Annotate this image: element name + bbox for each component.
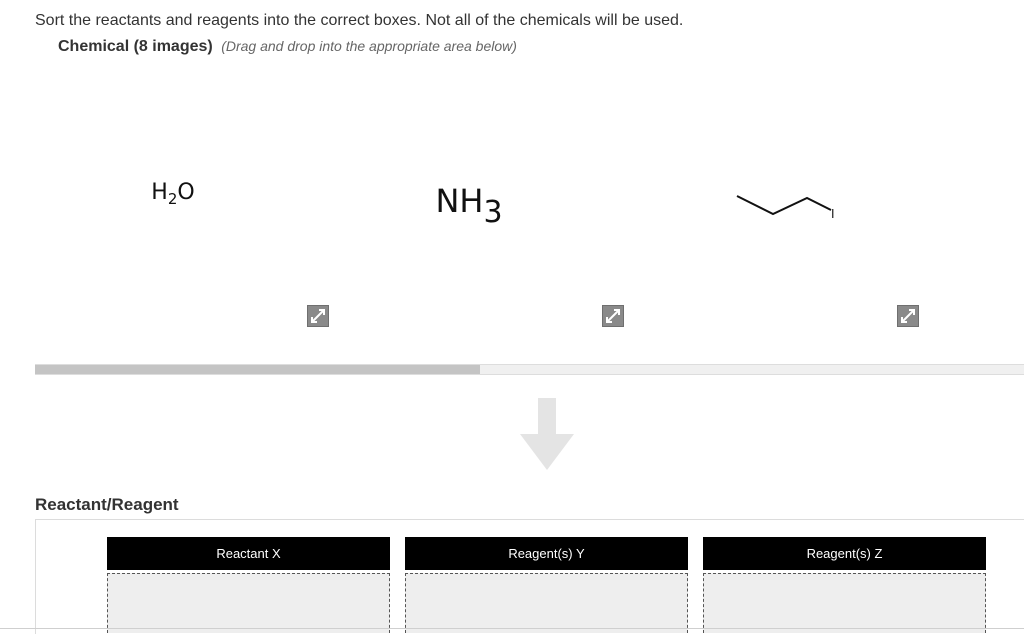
ammonia-formula-main: NH bbox=[435, 182, 484, 220]
tray-scrollbar-thumb[interactable] bbox=[35, 365, 481, 374]
chemical-group-hint: (Drag and drop into the appropriate area… bbox=[221, 38, 517, 54]
bin-header: Reactant X bbox=[107, 537, 390, 570]
drop-area: Reactant X Reagent(s) Y Reagent(s) Z bbox=[35, 519, 1024, 634]
water-formula-tail: O bbox=[177, 180, 195, 205]
bin-drop-target[interactable] bbox=[405, 573, 688, 633]
tray-scrollbar[interactable] bbox=[35, 364, 1024, 375]
bin-drop-target[interactable] bbox=[703, 573, 986, 633]
instructions-text: Sort the reactants and reagents into the… bbox=[35, 12, 684, 29]
water-formula-main: H bbox=[151, 180, 168, 205]
expand-icon[interactable] bbox=[897, 305, 919, 327]
water-formula: H2O bbox=[17, 180, 329, 208]
expand-icon[interactable] bbox=[307, 305, 329, 327]
water-formula-sub: 2 bbox=[167, 190, 178, 208]
chemical-card-ammonia[interactable]: NH3 bbox=[330, 70, 624, 340]
ammonia-formula: NH3 bbox=[314, 182, 624, 230]
bin-header: Reagent(s) Z bbox=[703, 537, 986, 570]
bin-reagents-y[interactable]: Reagent(s) Y bbox=[405, 537, 688, 633]
ammonia-formula-sub: 3 bbox=[483, 195, 503, 230]
down-arrow-icon bbox=[520, 398, 574, 470]
bin-drop-target[interactable] bbox=[107, 573, 390, 633]
bottom-divider bbox=[0, 628, 1024, 629]
chemical-group-title: Chemical (8 images) bbox=[58, 38, 213, 55]
chemical-tray: H2O NH3 I bbox=[35, 70, 1024, 360]
chemical-card-iodopropane[interactable]: I bbox=[625, 70, 919, 340]
bin-header: Reagent(s) Y bbox=[405, 537, 688, 570]
bin-reagents-z[interactable]: Reagent(s) Z bbox=[703, 537, 986, 633]
iodopropane-structure: I bbox=[736, 195, 835, 221]
section-label: Reactant/Reagent bbox=[35, 495, 179, 514]
chemical-card-water[interactable]: H2O bbox=[35, 70, 329, 340]
expand-icon[interactable] bbox=[602, 305, 624, 327]
chemical-group-header: Chemical (8 images) (Drag and drop into … bbox=[58, 38, 517, 56]
iodine-label: I bbox=[831, 207, 835, 221]
bin-reactant-x[interactable]: Reactant X bbox=[107, 537, 390, 633]
